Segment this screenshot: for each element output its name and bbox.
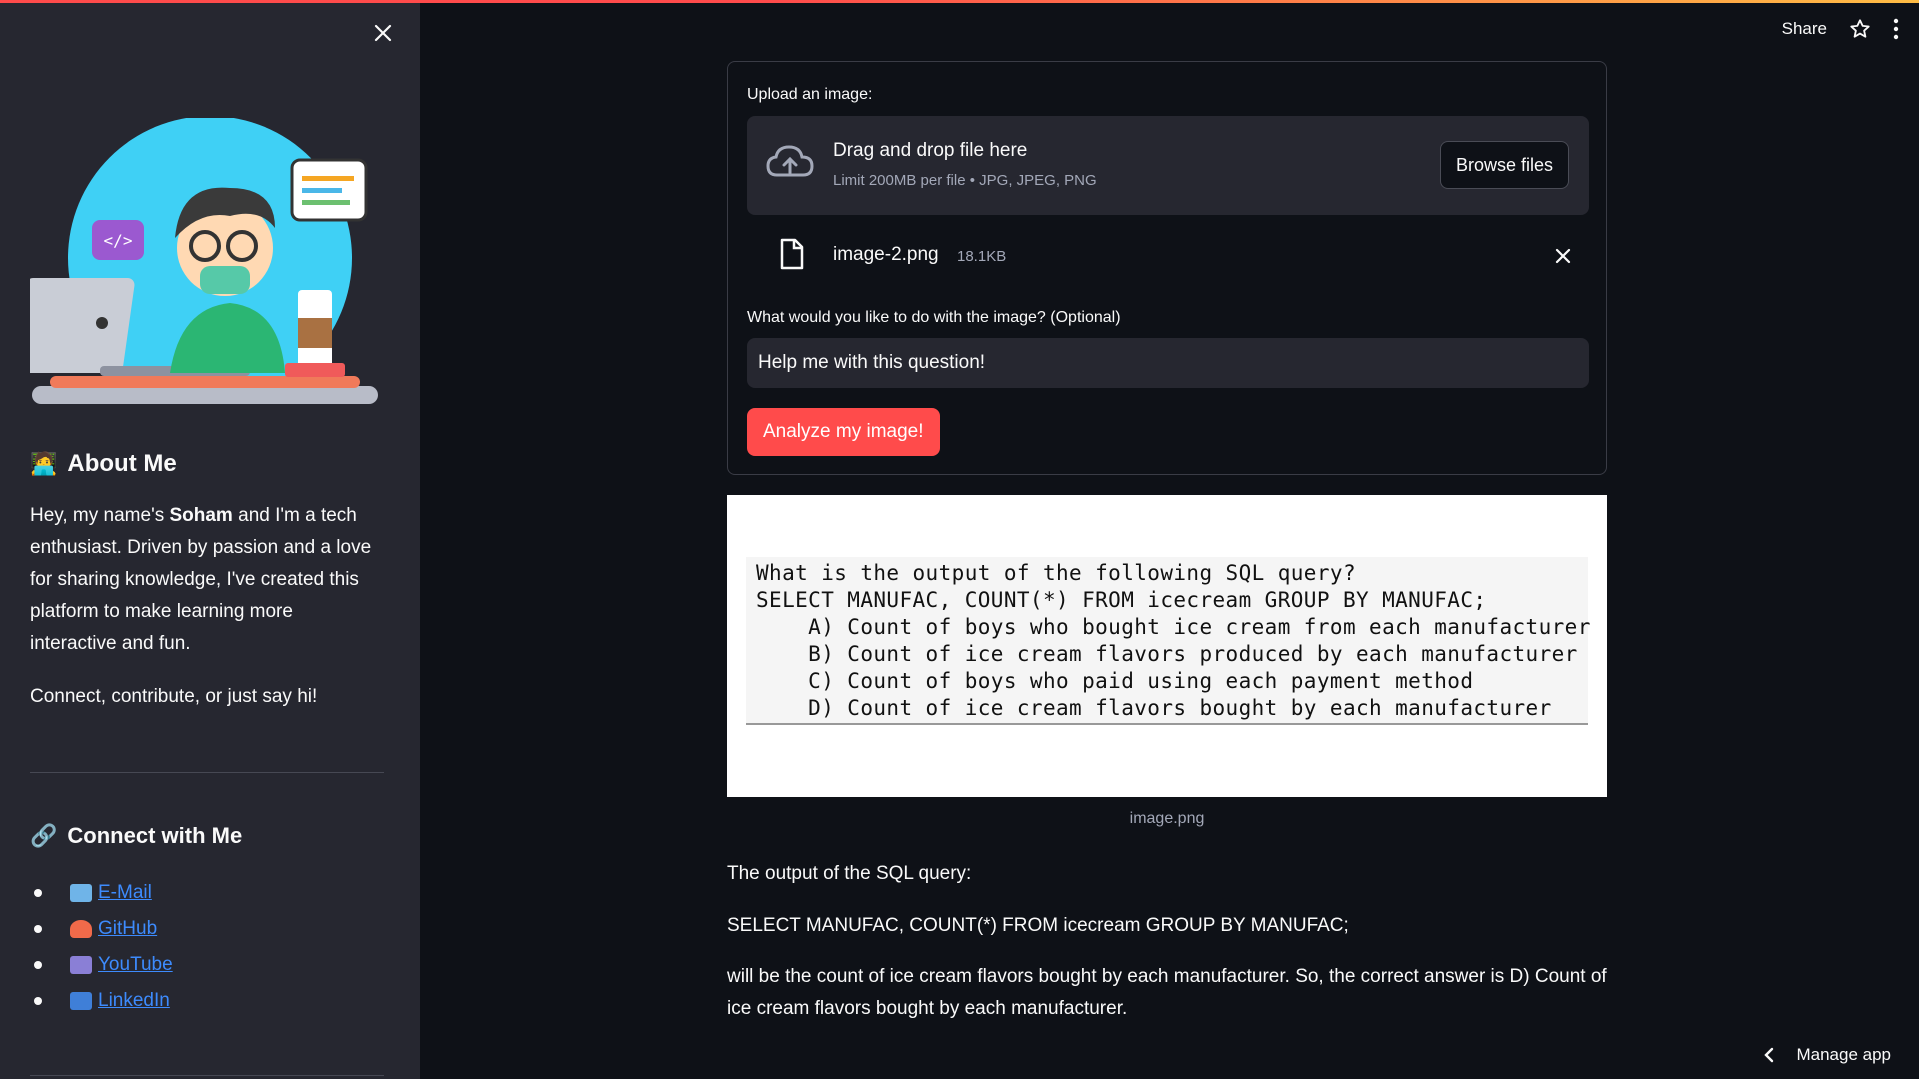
upload-form: Upload an image: Drag and drop file here…	[727, 61, 1607, 475]
star-icon[interactable]	[1849, 18, 1871, 40]
youtube-icon	[70, 956, 92, 974]
dropzone-title: Drag and drop file here	[833, 140, 1028, 161]
top-accent-bar	[0, 0, 1919, 3]
manage-app-label: Manage app	[1796, 1045, 1891, 1064]
email-icon	[70, 884, 92, 902]
uploaded-file: image-2.png 18.1KB	[747, 230, 1589, 286]
bullet	[34, 997, 42, 1005]
github-link[interactable]: GitHub	[70, 918, 157, 940]
bullet	[34, 925, 42, 933]
divider	[30, 1075, 384, 1076]
about-text-post: and I'm a tech enthusiast. Driven by pas…	[30, 505, 372, 654]
bullet	[34, 961, 42, 969]
header-toolbar: Share	[1782, 18, 1899, 40]
about-title: About Me	[67, 450, 177, 477]
svg-text:</>: </>	[104, 231, 133, 250]
about-text: Hey, my name's Soham and I'm a tech enth…	[30, 500, 380, 660]
developer-illustration: </>	[30, 118, 378, 404]
image-content: What is the output of the following SQL …	[746, 557, 1591, 725]
prompt-label: What would you like to do with the image…	[747, 309, 1121, 326]
file-size: 18.1KB	[957, 248, 1007, 265]
answer-paragraph: SELECT MANUFAC, COUNT(*) FROM icecream G…	[727, 915, 1349, 936]
about-cta: Connect, contribute, or just say hi!	[30, 686, 318, 707]
list-item: GitHub	[30, 911, 380, 947]
chevron-left-icon	[1764, 1047, 1774, 1063]
browse-files-button[interactable]: Browse files	[1439, 141, 1569, 189]
github-icon	[70, 920, 92, 938]
technologist-icon: 🧑‍💻	[30, 451, 58, 476]
youtube-link[interactable]: YouTube	[70, 954, 173, 976]
share-button[interactable]: Share	[1782, 19, 1827, 39]
social-links: E-Mail GitHub YouTube LinkedIn	[30, 875, 380, 1019]
youtube-link-label: YouTube	[98, 954, 173, 975]
upload-label: Upload an image:	[747, 86, 873, 103]
about-name: Soham	[169, 505, 233, 526]
divider	[30, 772, 384, 773]
close-icon	[374, 24, 392, 42]
connect-title: Connect with Me	[67, 823, 243, 848]
answer-paragraph: will be the count of ice cream flavors b…	[727, 966, 1607, 1019]
prompt-input[interactable]	[747, 338, 1589, 388]
uploaded-image: What is the output of the following SQL …	[727, 495, 1607, 797]
manage-app-button[interactable]: Manage app	[1764, 1045, 1891, 1065]
link-icon: 🔗	[30, 823, 58, 848]
remove-file-icon[interactable]	[1555, 248, 1571, 264]
answer-paragraph: The output of the SQL query:	[727, 863, 972, 884]
analyze-button[interactable]: Analyze my image!	[747, 408, 940, 456]
email-link-label: E-Mail	[98, 882, 152, 903]
cloud-upload-icon	[766, 145, 814, 177]
list-item: LinkedIn	[30, 983, 380, 1019]
image-line: What is the output of the following SQL …	[756, 561, 1356, 585]
linkedin-icon	[70, 992, 92, 1010]
image-line: A) Count of boys who bought ice cream fr…	[756, 615, 1591, 639]
list-item: E-Mail	[30, 875, 380, 911]
linkedin-link[interactable]: LinkedIn	[70, 990, 170, 1012]
sidebar: </> 🧑‍💻 About Me Hey, my name's Soham an…	[0, 0, 420, 1079]
close-sidebar-button[interactable]	[368, 18, 398, 48]
about-text-pre: Hey, my name's	[30, 505, 170, 526]
about-heading: 🧑‍💻 About Me	[30, 450, 177, 478]
image-line: C) Count of boys who paid using each pay…	[756, 669, 1474, 693]
list-item: YouTube	[30, 947, 380, 983]
image-caption: image.png	[1129, 810, 1205, 827]
connect-heading: 🔗 Connect with Me	[30, 823, 242, 849]
email-link[interactable]: E-Mail	[70, 882, 152, 904]
dropzone-limit: Limit 200MB per file • JPG, JPEG, PNG	[833, 172, 1097, 189]
more-menu-icon[interactable]	[1893, 18, 1899, 40]
bullet	[34, 889, 42, 897]
image-line: D) Count of ice cream flavors bought by …	[756, 696, 1552, 720]
file-icon	[780, 238, 804, 270]
image-line: B) Count of ice cream flavors produced b…	[756, 642, 1578, 666]
github-link-label: GitHub	[98, 918, 158, 939]
linkedin-link-label: LinkedIn	[98, 990, 170, 1011]
file-name: image-2.png	[833, 244, 939, 265]
file-dropzone[interactable]: Drag and drop file here Limit 200MB per …	[747, 116, 1589, 215]
image-line: SELECT MANUFAC, COUNT(*) FROM icecream G…	[756, 588, 1487, 612]
